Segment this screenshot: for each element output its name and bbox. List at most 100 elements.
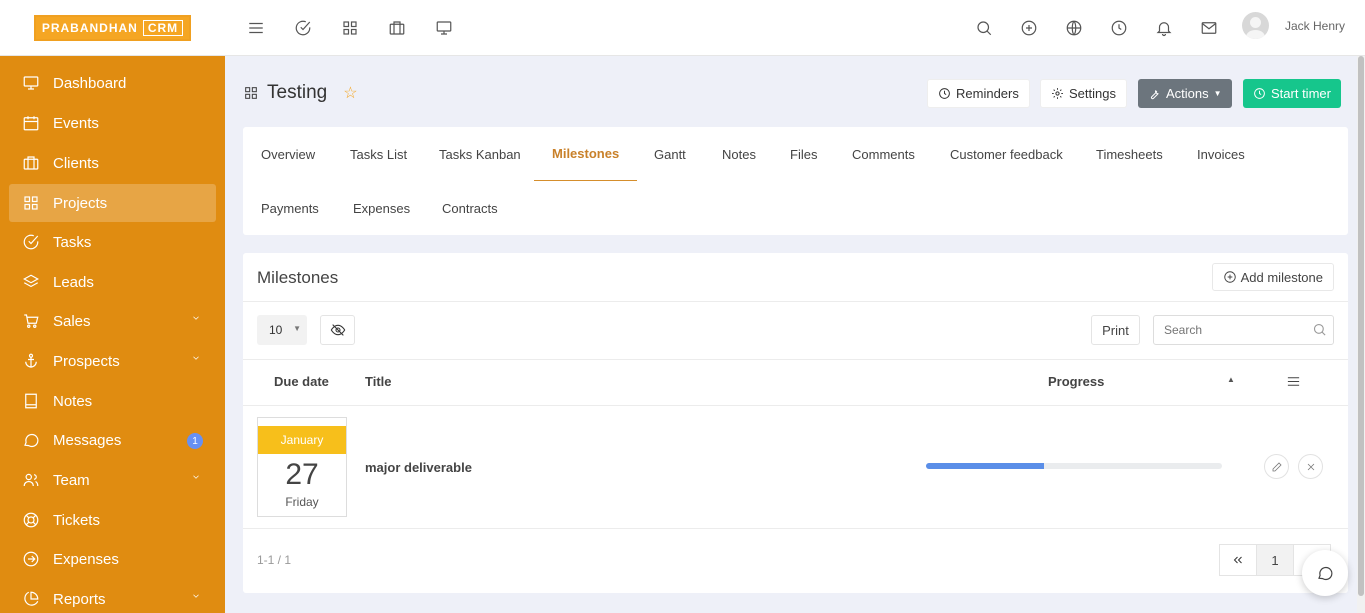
close-icon[interactable] <box>1298 454 1323 479</box>
tab-expenses[interactable]: Expenses <box>335 181 428 235</box>
logo-area[interactable]: PRABANDHAN CRM <box>0 0 225 56</box>
reminders-label: Reminders <box>956 86 1019 101</box>
sidebar-item-messages[interactable]: Messages 1 <box>9 421 216 459</box>
sidebar-item-tasks[interactable]: Tasks <box>9 223 216 261</box>
mail-icon[interactable] <box>1195 14 1223 42</box>
tab-payments[interactable]: Payments <box>243 181 337 235</box>
sidebar-item-leads[interactable]: Leads <box>9 263 216 301</box>
start-timer-label: Start timer <box>1271 86 1331 101</box>
avatar <box>1242 12 1269 39</box>
sidebar-item-projects[interactable]: Projects <box>9 184 216 222</box>
column-header-progress[interactable]: Progress <box>1048 374 1104 389</box>
sidebar-item-dashboard[interactable]: Dashboard <box>9 64 216 102</box>
chat-button[interactable] <box>1302 550 1348 596</box>
milestones-card: Milestones Add milestone 10 ▼ Print Due … <box>243 253 1348 593</box>
due-month: January <box>258 426 346 454</box>
sidebar-item-tickets[interactable]: Tickets <box>9 501 216 539</box>
edit-icon[interactable] <box>1264 454 1289 479</box>
pagination-info: 1-1 / 1 <box>257 553 292 567</box>
reminders-button[interactable]: Reminders <box>927 79 1030 108</box>
message-count-badge: 1 <box>187 433 203 449</box>
menu-icon[interactable] <box>242 14 270 42</box>
sidebar-item-label: Team <box>53 471 90 489</box>
sidebar-item-label: Tickets <box>53 511 100 529</box>
add-milestone-button[interactable]: Add milestone <box>1211 263 1334 291</box>
milestones-title: Milestones <box>257 268 339 287</box>
anchor-icon <box>25 353 37 368</box>
tab-tasks-kanban[interactable]: Tasks Kanban <box>421 127 539 181</box>
project-tabs: Overview Tasks List Tasks Kanban Milesto… <box>243 127 1348 235</box>
sidebar-item-sales[interactable]: Sales <box>9 302 216 340</box>
sidebar-item-team[interactable]: Team <box>9 461 216 499</box>
user-menu[interactable]: Jack Henry <box>1242 12 1345 39</box>
search-icon[interactable] <box>970 14 998 42</box>
column-header-title[interactable]: Title <box>365 374 392 389</box>
tab-tasks-list[interactable]: Tasks List <box>332 127 425 181</box>
favorite-star-icon[interactable]: ☆ <box>343 83 357 103</box>
sidebar-item-label: Leads <box>53 273 94 291</box>
tab-notes[interactable]: Notes <box>704 127 774 181</box>
plus-circle-icon <box>1223 271 1236 283</box>
column-menu-icon[interactable] <box>1286 374 1301 392</box>
tab-files[interactable]: Files <box>772 127 835 181</box>
sidebar-item-clients[interactable]: Clients <box>9 144 216 182</box>
add-milestone-label: Add milestone <box>1240 269 1323 285</box>
tab-comments[interactable]: Comments <box>834 127 933 181</box>
sidebar-item-expenses[interactable]: Expenses <box>9 540 216 578</box>
user-name: Jack Henry <box>1285 18 1346 33</box>
tab-invoices[interactable]: Invoices <box>1179 127 1263 181</box>
logo-text: PRABANDHAN <box>41 21 138 35</box>
settings-button[interactable]: Settings <box>1040 79 1127 108</box>
toggle-columns-button[interactable] <box>320 315 355 345</box>
clock-icon <box>1254 88 1265 99</box>
sidebar-item-events[interactable]: Events <box>9 104 216 142</box>
column-header-due-date[interactable]: Due date <box>274 374 329 389</box>
tab-contracts[interactable]: Contracts <box>424 181 516 235</box>
first-page-button[interactable] <box>1219 544 1257 576</box>
tab-timesheets[interactable]: Timesheets <box>1078 127 1181 181</box>
print-button[interactable]: Print <box>1091 315 1140 345</box>
divider <box>243 301 1348 302</box>
page-title: Testing ☆ <box>243 82 358 104</box>
search-input[interactable] <box>1153 315 1334 345</box>
page-size-select[interactable]: 10 ▼ <box>257 315 307 345</box>
layers-icon <box>23 274 39 288</box>
briefcase-icon <box>23 156 39 170</box>
grid-icon <box>245 87 257 99</box>
start-timer-button[interactable]: Start timer <box>1243 79 1341 108</box>
sidebar-item-reports[interactable]: Reports <box>9 580 216 613</box>
briefcase-icon[interactable] <box>383 14 411 42</box>
caret-down-icon: ▼ <box>293 324 301 333</box>
sidebar-item-label: Expenses <box>53 550 119 568</box>
scrollbar-thumb[interactable] <box>1358 56 1364 596</box>
sidebar-item-prospects[interactable]: Prospects <box>9 342 216 380</box>
scrollbar[interactable] <box>1357 56 1365 613</box>
actions-label: Actions <box>1166 86 1209 101</box>
tab-gantt[interactable]: Gantt <box>636 127 704 181</box>
plus-circle-icon[interactable] <box>1015 14 1043 42</box>
due-date-calendar: January 27 Friday <box>257 417 347 517</box>
sidebar-item-label: Prospects <box>53 352 120 370</box>
clock-icon[interactable] <box>1105 14 1133 42</box>
sidebar-item-notes[interactable]: Notes <box>9 382 216 420</box>
tab-overview[interactable]: Overview <box>243 127 333 181</box>
check-circle-icon[interactable] <box>289 14 317 42</box>
sort-asc-icon: ▲ <box>1227 375 1235 384</box>
apps-grid-icon[interactable] <box>336 14 364 42</box>
bell-icon[interactable] <box>1150 14 1178 42</box>
globe-icon[interactable] <box>1060 14 1088 42</box>
tab-milestones[interactable]: Milestones <box>534 127 638 181</box>
calendar-icon <box>23 116 39 131</box>
monitor-icon[interactable] <box>430 14 458 42</box>
top-left-icons <box>242 14 458 42</box>
progress-bar-fill <box>926 463 1045 469</box>
sidebar-item-label: Dashboard <box>53 74 127 92</box>
tab-customer-feedback[interactable]: Customer feedback <box>932 127 1081 181</box>
sidebar: Dashboard Events Clients Projects Tasks … <box>0 56 225 613</box>
sidebar-item-label: Events <box>53 114 99 132</box>
sidebar-item-label: Sales <box>53 312 91 330</box>
actions-button[interactable]: Actions ▼ <box>1138 79 1232 108</box>
message-icon <box>24 433 39 448</box>
settings-label: Settings <box>1069 86 1116 101</box>
page-button[interactable]: 1 <box>1256 544 1294 576</box>
